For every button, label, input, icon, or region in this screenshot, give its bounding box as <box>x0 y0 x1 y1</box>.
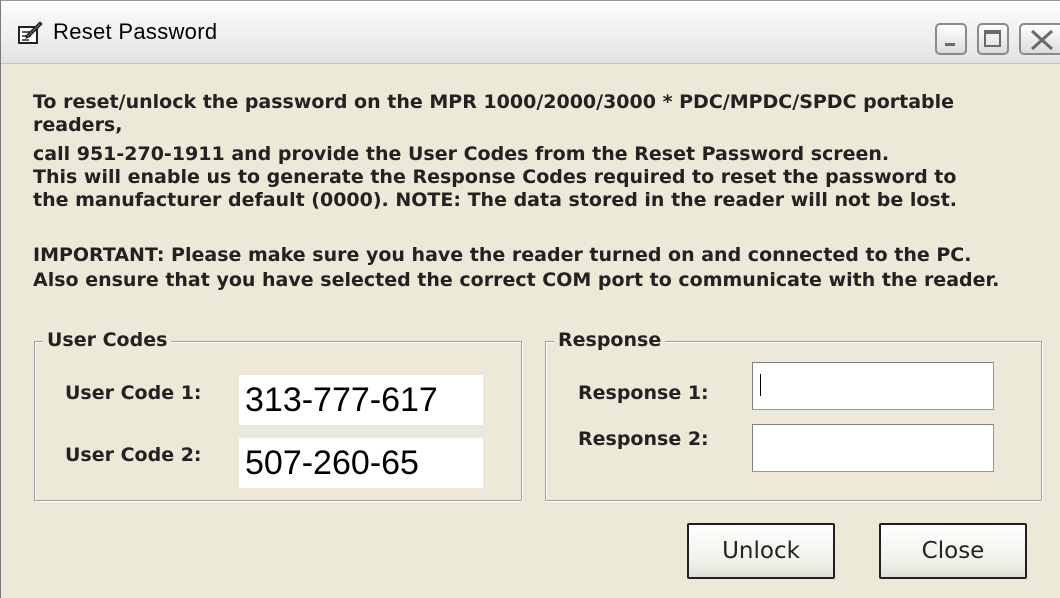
instruction-line-2: readers, <box>33 114 123 136</box>
user-code-1-label: User Code 1: <box>65 382 202 404</box>
instruction-line-5: the manufacturer default (0000). NOTE: T… <box>33 189 957 211</box>
minimize-button[interactable] <box>935 23 967 55</box>
instruction-line-3: call 951-270-1911 and provide the User C… <box>33 143 890 165</box>
close-icon <box>1030 29 1054 51</box>
user-code-1-value: 313-777-617 <box>239 375 483 425</box>
unlock-button[interactable]: Unlock <box>687 523 835 579</box>
minimize-icon <box>945 43 955 46</box>
instruction-line-1: To reset/unlock the password on the MPR … <box>33 91 955 113</box>
maximize-button[interactable] <box>977 23 1009 55</box>
close-window-button[interactable] <box>1019 23 1060 55</box>
window-title: Reset Password <box>53 19 218 44</box>
response-group-label: Response <box>554 329 666 351</box>
pencil-document-icon <box>18 21 43 44</box>
close-button[interactable]: Close <box>879 523 1027 579</box>
response-2-label: Response 2: <box>578 428 709 450</box>
response-group: Response Response 1: Response 2: <box>545 329 1042 501</box>
user-codes-group: User Codes User Code 1: 313-777-617 User… <box>34 329 522 501</box>
important-line-1: IMPORTANT: Please make sure you have the… <box>33 244 972 266</box>
title-bar[interactable]: Reset Password <box>1 1 1060 64</box>
text-caret <box>760 374 761 396</box>
response-1-input[interactable] <box>752 362 994 410</box>
user-code-2-label: User Code 2: <box>65 444 202 466</box>
response-1-label: Response 1: <box>578 382 709 404</box>
instruction-line-4: This will enable us to generate the Resp… <box>33 166 957 188</box>
important-line-2: Also ensure that you have selected the c… <box>33 269 1000 291</box>
maximize-icon <box>984 30 1001 47</box>
user-code-2-value: 507-260-65 <box>239 438 483 488</box>
user-codes-group-label: User Codes <box>43 329 172 351</box>
response-2-input[interactable] <box>752 424 994 472</box>
response-1-wrapper <box>752 362 994 410</box>
reset-password-window: Reset Password To reset/unlock the passw… <box>0 0 1060 598</box>
